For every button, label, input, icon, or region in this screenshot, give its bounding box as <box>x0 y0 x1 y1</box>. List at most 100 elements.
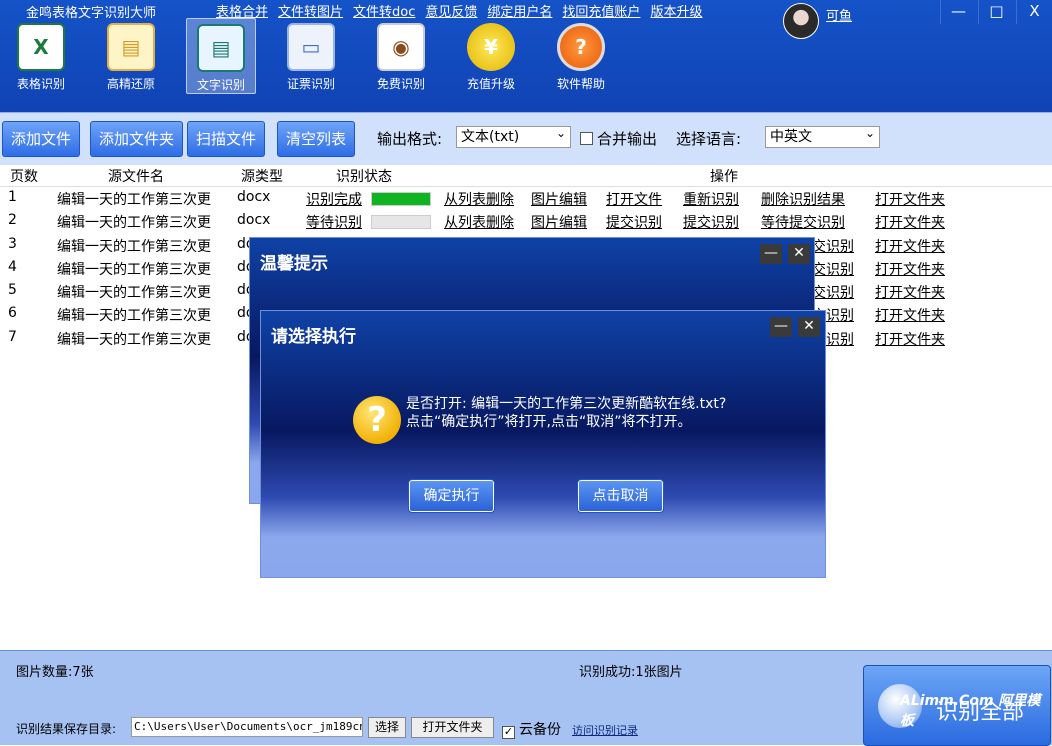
op-submit-recognize[interactable]: 提交识别 <box>683 212 739 232</box>
link-upgrade[interactable]: 版本升级 <box>650 1 702 20</box>
col-filename: 源文件名 <box>108 169 164 185</box>
tool-text-recognition[interactable]: ▤ 文字识别 <box>186 18 256 94</box>
op-open-folder[interactable]: 打开文件夹 <box>875 282 945 302</box>
tool-recharge[interactable]: ¥ 充值升级 <box>456 18 526 94</box>
table-row[interactable]: 2 编辑一天的工作第三次更 docx 等待识别 从列表删除 图片编辑 提交识别 … <box>0 210 1052 233</box>
row-number: 1 <box>8 189 17 205</box>
cloud-backup[interactable]: ✓ 云备份 <box>502 719 561 739</box>
row-number: 4 <box>8 258 17 275</box>
row-status[interactable]: 识别完成 <box>306 189 362 209</box>
op-open-folder[interactable]: 打开文件夹 <box>875 236 945 256</box>
confirm-execute-button[interactable]: 确定执行 <box>408 479 495 513</box>
row-type: docx <box>237 212 271 229</box>
row-number: 6 <box>8 305 17 322</box>
row-filename: 编辑一天的工作第三次更 <box>57 331 211 348</box>
dialog-tip-title: 温馨提示 <box>260 254 328 274</box>
table-header: 页数 源文件名 源类型 识别状态 操作 <box>0 165 1052 187</box>
cloud-backup-checkbox[interactable]: ✓ <box>502 726 515 739</box>
scan-file-button[interactable]: 扫描文件 <box>187 121 266 157</box>
dialog-tip-minimize-button[interactable]: — <box>760 244 782 264</box>
success-count: 识别成功:1张图片 <box>579 665 683 680</box>
visit-record-link[interactable]: 访问识别记录 <box>572 722 638 738</box>
book-icon: ◉ <box>377 23 425 71</box>
username[interactable]: 可鱼 <box>826 5 852 24</box>
col-status: 识别状态 <box>336 169 392 185</box>
row-number: 7 <box>8 328 17 345</box>
tool-label: 文字识别 <box>196 78 245 92</box>
op-submit-partial[interactable]: 交识别 <box>812 259 854 279</box>
merge-checkbox[interactable] <box>580 132 593 145</box>
row-filename: 编辑一天的工作第三次更 <box>57 192 211 208</box>
avatar[interactable] <box>783 3 819 39</box>
op-open-folder[interactable]: 打开文件夹 <box>875 305 945 325</box>
progress-bar <box>371 192 431 206</box>
yen-coin-icon: ¥ <box>467 23 515 71</box>
dialog-confirm: 请选择执行 — ✕ ? 是否打开: 编辑一天的工作第三次更新酷软在线.txt? … <box>260 310 826 578</box>
row-status[interactable]: 等待识别 <box>306 212 362 232</box>
row-number: 5 <box>8 282 17 299</box>
tool-label: 免费识别 <box>376 77 425 91</box>
merge-label: 合并输出 <box>597 130 658 148</box>
op-submit[interactable]: 提交识别 <box>606 212 662 232</box>
tool-table-recognition[interactable]: X 表格识别 <box>6 18 76 94</box>
op-re-recognize[interactable]: 重新识别 <box>683 189 739 209</box>
tool-hd-restore[interactable]: ▤ 高精还原 <box>96 18 166 94</box>
clear-list-button[interactable]: 清空列表 <box>277 121 356 157</box>
question-icon: ? <box>353 396 401 444</box>
tool-label: 证票识别 <box>286 77 335 91</box>
op-wait-submit[interactable]: 等待提交识别 <box>761 212 845 232</box>
save-path-field[interactable]: C:\Users\User\Documents\ocr_jm189cn <box>131 717 363 737</box>
choose-dir-button[interactable]: 选择 <box>368 717 406 738</box>
op-open-folder[interactable]: 打开文件夹 <box>875 189 945 209</box>
help-icon: ? <box>557 23 605 71</box>
row-filename: 编辑一天的工作第三次更 <box>57 261 211 278</box>
dialog-minimize-button[interactable]: — <box>770 317 792 337</box>
op-open-folder[interactable]: 打开文件夹 <box>875 212 945 232</box>
row-number: 2 <box>8 212 17 229</box>
dialog-confirm-background <box>261 311 825 577</box>
op-submit-partial[interactable]: 交识别 <box>812 282 854 302</box>
row-number: 3 <box>8 235 17 252</box>
excel-icon: X <box>17 23 65 71</box>
add-folder-button[interactable]: 添加文件夹 <box>90 121 184 157</box>
row-filename: 编辑一天的工作第三次更 <box>57 238 211 255</box>
id-card-icon: ▭ <box>287 23 335 71</box>
merge-output[interactable]: 合并输出 <box>580 128 657 149</box>
tool-help[interactable]: ? 软件帮助 <box>546 18 616 94</box>
cancel-button[interactable]: 点击取消 <box>577 479 664 513</box>
open-folder-button[interactable]: 打开文件夹 <box>411 717 494 738</box>
op-open-folder[interactable]: 打开文件夹 <box>875 329 945 349</box>
language-select[interactable]: 中英文 <box>765 123 880 148</box>
toolbar: 添加文件 添加文件夹 扫描文件 清空列表 输出格式: 文本(txt) 合并输出 … <box>0 112 1052 165</box>
watermark: ALimm.Com 阿里模板 <box>900 693 1041 729</box>
save-dir-label: 识别结果保存目录: <box>16 722 117 736</box>
op-edit-image[interactable]: 图片编辑 <box>531 189 587 209</box>
op-edit-image[interactable]: 图片编辑 <box>531 212 587 232</box>
op-open-folder[interactable]: 打开文件夹 <box>875 259 945 279</box>
table-row[interactable]: 1 编辑一天的工作第三次更 docx 识别完成 从列表删除 图片编辑 打开文件 … <box>0 187 1052 210</box>
dialog-close-button[interactable]: ✕ <box>798 317 820 337</box>
close-button[interactable]: X <box>1016 0 1052 24</box>
minimize-button[interactable]: — <box>940 0 976 24</box>
dialog-tip-close-button[interactable]: ✕ <box>788 244 810 264</box>
op-remove-from-list[interactable]: 从列表删除 <box>444 212 514 232</box>
add-file-button[interactable]: 添加文件 <box>2 121 81 157</box>
document-icon: ▤ <box>107 23 155 71</box>
tool-free-recognition[interactable]: ◉ 免费识别 <box>366 18 436 94</box>
col-actions: 操作 <box>710 169 738 185</box>
dialog-message: 是否打开: 编辑一天的工作第三次更新酷软在线.txt? 点击“确定执行”将打开,… <box>406 395 736 431</box>
footer: 图片数量:7张 识别成功:1张图片 识别结果保存目录: C:\Users\Use… <box>0 650 1052 746</box>
op-remove-from-list[interactable]: 从列表删除 <box>444 189 514 209</box>
dialog-message-line1: 是否打开: 编辑一天的工作第三次更新酷软在线.txt? <box>406 396 727 412</box>
dialog-message-line2: 点击“确定执行”将打开,点击“取消”将不打开。 <box>406 414 692 430</box>
op-delete-result[interactable]: 删除识别结果 <box>761 189 845 209</box>
tool-id-recognition[interactable]: ▭ 证票识别 <box>276 18 346 94</box>
tool-label: 表格识别 <box>16 77 65 91</box>
op-open-file[interactable]: 打开文件 <box>606 189 662 209</box>
tool-label: 充值升级 <box>466 77 515 91</box>
maximize-button[interactable]: □ <box>978 0 1014 24</box>
row-filename: 编辑一天的工作第三次更 <box>57 215 211 232</box>
op-submit-partial[interactable]: 交识别 <box>812 236 854 256</box>
format-select[interactable]: 文本(txt) <box>456 123 571 148</box>
tool-label: 软件帮助 <box>556 77 605 91</box>
